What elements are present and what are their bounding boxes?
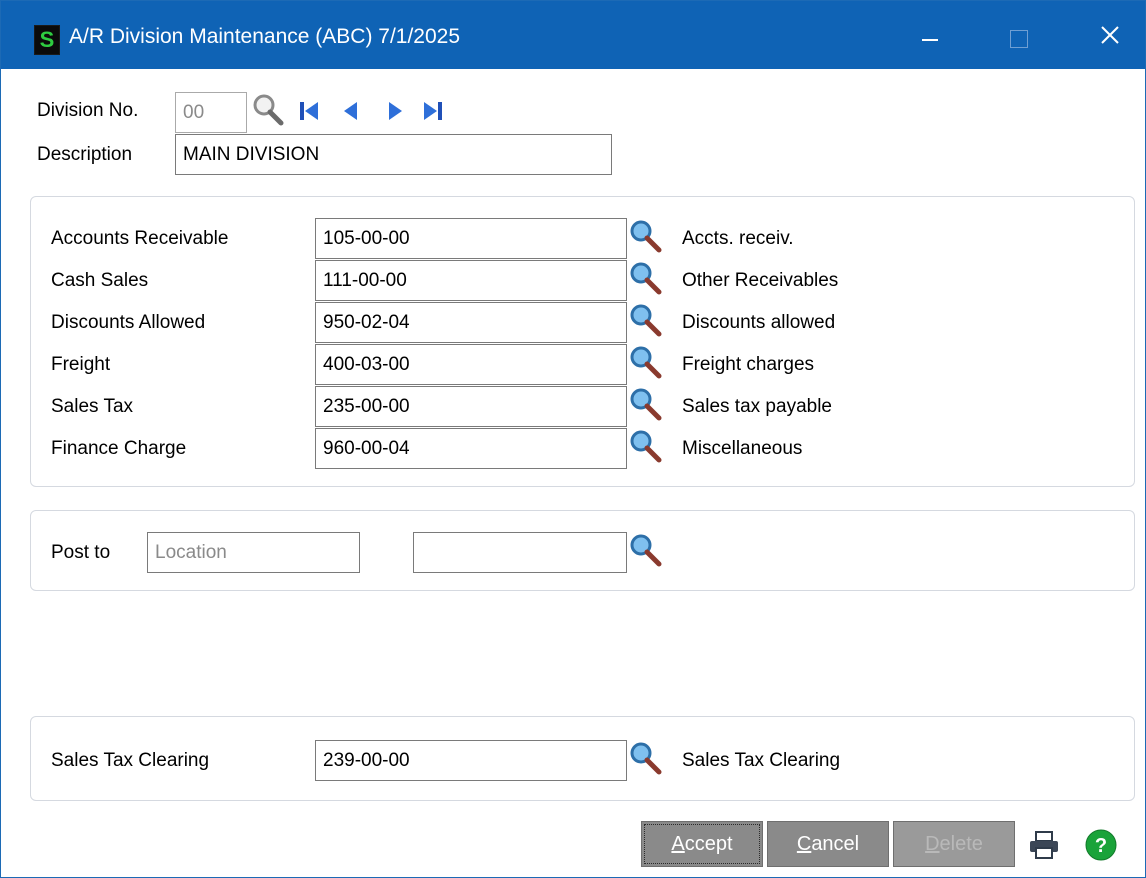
svg-text:?: ? — [1095, 835, 1107, 857]
close-button[interactable] — [1074, 1, 1144, 69]
account-label: Finance Charge — [51, 438, 187, 459]
account-field[interactable]: 105-00-00 — [315, 218, 627, 259]
magnifier-icon[interactable] — [629, 261, 663, 297]
account-field[interactable]: 950-02-04 — [315, 302, 627, 343]
account-description: Accts. receiv. — [682, 228, 794, 249]
description-field[interactable]: MAIN DIVISION — [175, 134, 612, 175]
magnifier-icon[interactable] — [629, 387, 663, 423]
magnifier-icon[interactable] — [629, 219, 663, 255]
account-field[interactable]: 400-03-00 — [315, 344, 627, 385]
account-label: Discounts Allowed — [51, 312, 206, 333]
clearing-label: Sales Tax Clearing — [51, 750, 210, 771]
cancel-button[interactable]: Cancel — [767, 821, 889, 867]
next-record-icon[interactable] — [384, 99, 406, 123]
delete-button[interactable]: Delete — [893, 821, 1015, 867]
division-lookup-icon[interactable] — [251, 92, 285, 128]
account-description: Freight charges — [682, 354, 815, 375]
account-description: Sales tax payable — [682, 396, 832, 417]
magnifier-icon[interactable] — [629, 533, 663, 569]
help-icon[interactable]: ? — [1084, 828, 1118, 862]
account-label: Freight — [51, 354, 111, 375]
cancel-label: ancel — [811, 833, 860, 855]
printer-icon[interactable] — [1028, 830, 1060, 860]
magnifier-icon[interactable] — [629, 303, 663, 339]
clearing-description: Sales Tax Clearing — [682, 750, 841, 771]
account-description: Other Receivables — [682, 270, 839, 291]
delete-label: elete — [939, 833, 983, 855]
account-description: Miscellaneous — [682, 438, 803, 459]
account-label: Cash Sales — [51, 270, 149, 291]
first-record-icon[interactable] — [298, 99, 320, 123]
post-to-field[interactable] — [413, 532, 627, 573]
post-to-select[interactable]: Location — [147, 532, 360, 573]
account-description: Discounts allowed — [682, 312, 836, 333]
accept-hotkey: A — [671, 833, 685, 855]
app-icon: S — [34, 25, 60, 55]
delete-hotkey: D — [925, 833, 940, 855]
division-no-label: Division No. — [37, 100, 139, 121]
account-label: Accounts Receivable — [51, 228, 229, 249]
division-no-field[interactable]: 00 — [175, 92, 247, 133]
accept-label: ccept — [684, 833, 733, 855]
magnifier-icon[interactable] — [629, 741, 663, 777]
maximize-button[interactable] — [984, 1, 1054, 69]
previous-record-icon[interactable] — [340, 99, 362, 123]
cancel-hotkey: C — [796, 833, 812, 855]
maximize-icon — [1010, 30, 1028, 48]
title-bar[interactable]: S A/R Division Maintenance (ABC) 7/1/202… — [1, 1, 1145, 69]
account-field[interactable]: 111-00-00 — [315, 260, 627, 301]
account-field[interactable]: 235-00-00 — [315, 386, 627, 427]
minimize-icon — [922, 39, 938, 41]
post-to-label: Post to — [51, 542, 111, 563]
accept-button[interactable]: Accept — [641, 821, 763, 867]
account-label: Sales Tax — [51, 396, 134, 417]
magnifier-icon[interactable] — [629, 345, 663, 381]
clearing-field[interactable]: 239-00-00 — [315, 740, 627, 781]
last-record-icon[interactable] — [422, 99, 444, 123]
division-maintenance-window: S A/R Division Maintenance (ABC) 7/1/202… — [0, 0, 1146, 878]
close-icon — [1101, 26, 1119, 44]
description-label: Description — [37, 144, 133, 165]
account-field[interactable]: 960-00-04 — [315, 428, 627, 469]
minimize-button[interactable] — [894, 1, 964, 69]
magnifier-icon[interactable] — [629, 429, 663, 465]
window-title: A/R Division Maintenance (ABC) 7/1/2025 — [69, 25, 461, 48]
